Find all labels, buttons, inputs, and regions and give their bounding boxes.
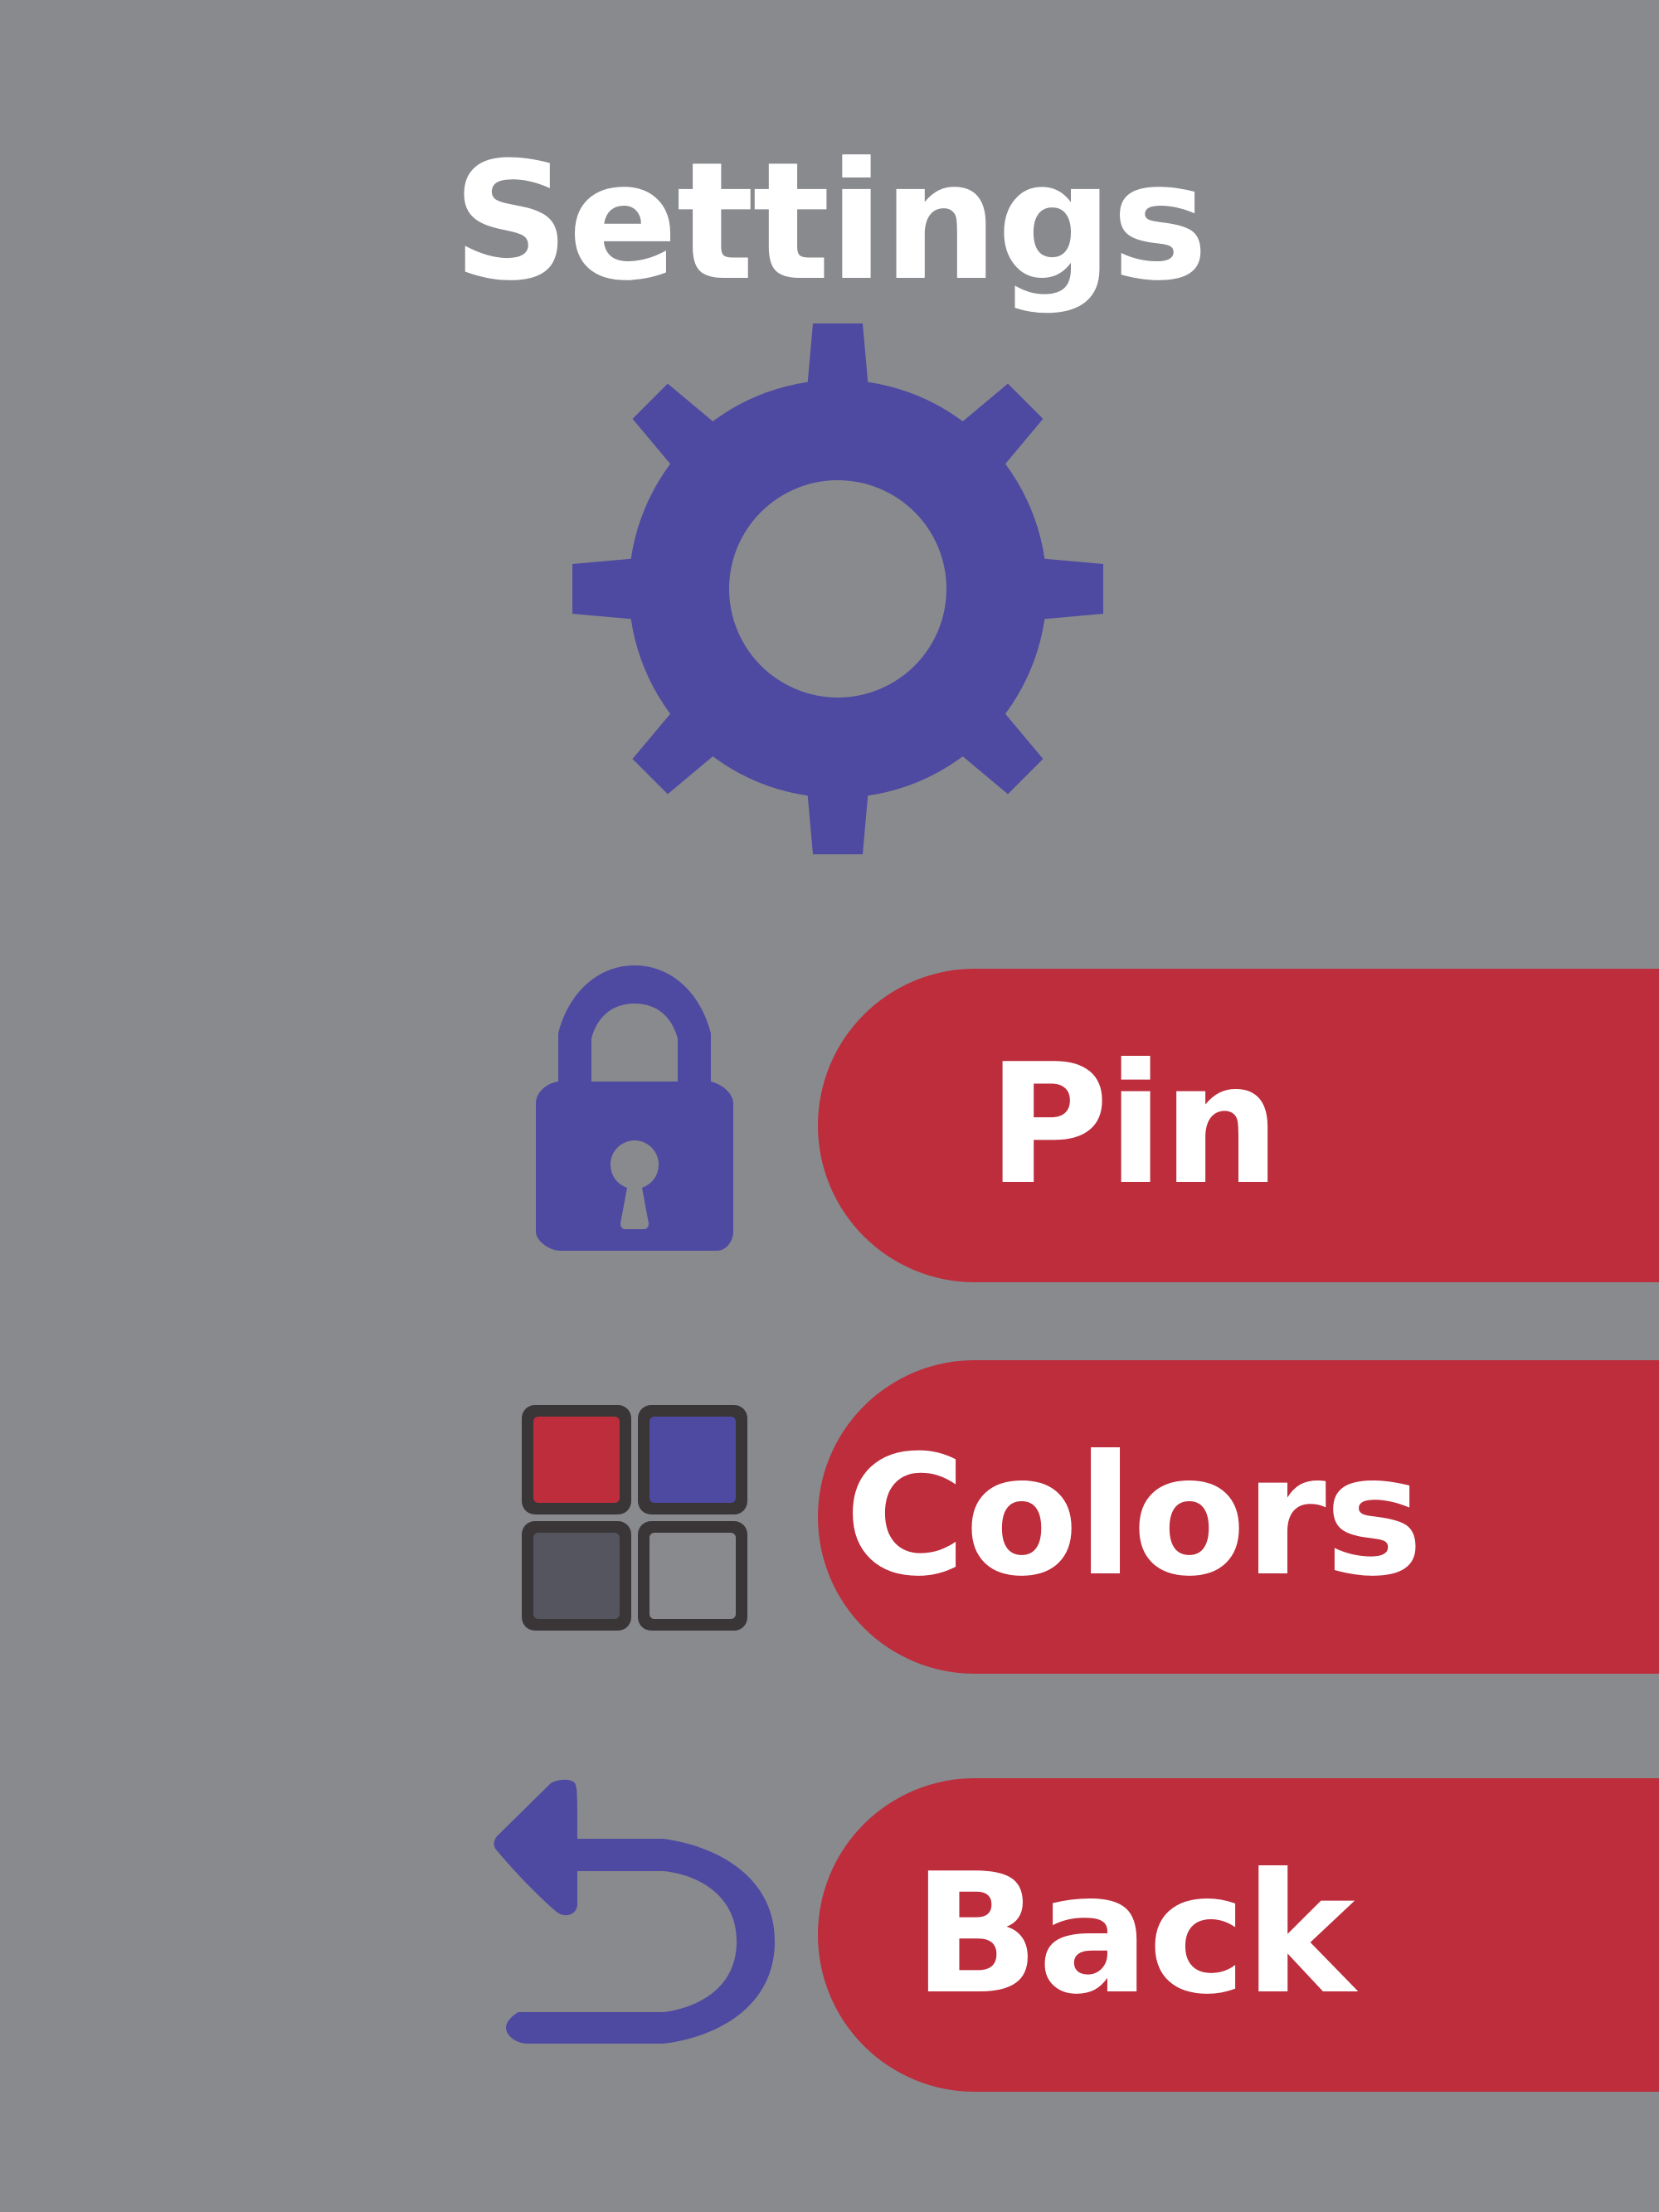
back-button[interactable]: Back [818, 1778, 1659, 2092]
gear-icon [572, 323, 1103, 854]
lock-icon [536, 965, 733, 1251]
color-palette-icon [522, 1405, 747, 1631]
pin-button-label: Pin [987, 1028, 1281, 1222]
back-arrow-icon [494, 1779, 775, 2044]
pin-button[interactable]: Pin [818, 969, 1659, 1282]
page-title: Settings [452, 128, 1208, 317]
back-button-label: Back [912, 1838, 1355, 2031]
colors-button[interactable]: Colors [818, 1360, 1659, 1674]
colors-button-label: Colors [844, 1420, 1423, 1613]
settings-screen: Settings Pin Colors Back [0, 0, 1659, 2212]
